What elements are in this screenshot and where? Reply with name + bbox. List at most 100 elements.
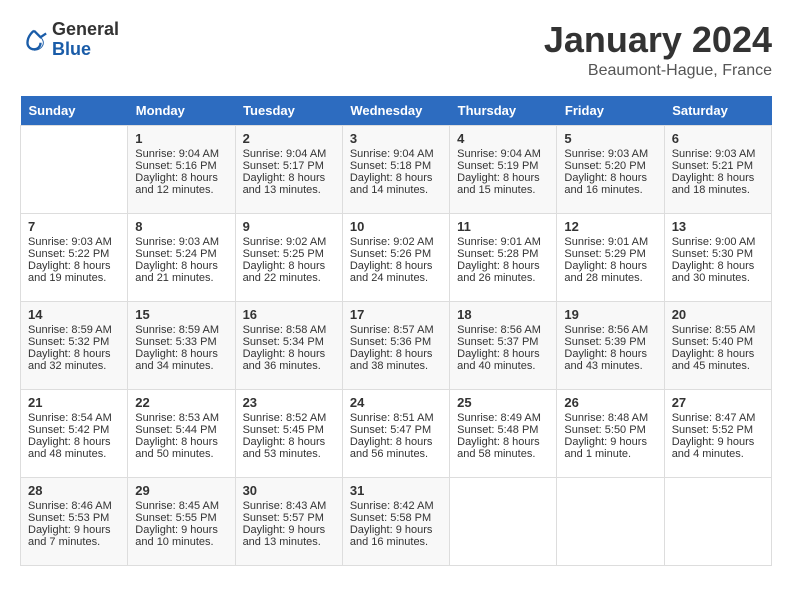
sunrise: Sunrise: 9:04 AM xyxy=(243,148,327,160)
title-block: January 2024 Beaumont-Hague, France xyxy=(544,20,772,80)
col-sunday: Sunday xyxy=(21,96,128,126)
month-title: January 2024 xyxy=(544,20,772,60)
daylight: Daylight: 8 hours and 50 minutes. xyxy=(135,436,218,460)
sunset: Sunset: 5:32 PM xyxy=(28,336,109,348)
cell-w5-d5 xyxy=(450,477,557,565)
cell-w2-d6: 12 Sunrise: 9:01 AM Sunset: 5:29 PM Dayl… xyxy=(557,213,664,301)
col-monday: Monday xyxy=(128,96,235,126)
sunset: Sunset: 5:57 PM xyxy=(243,512,324,524)
sunrise: Sunrise: 8:56 AM xyxy=(564,324,648,336)
day-number: 13 xyxy=(672,219,764,234)
sunset: Sunset: 5:36 PM xyxy=(350,336,431,348)
daylight: Daylight: 8 hours and 43 minutes. xyxy=(564,348,647,372)
day-number: 4 xyxy=(457,131,549,146)
sunrise: Sunrise: 9:01 AM xyxy=(564,236,648,248)
daylight: Daylight: 8 hours and 15 minutes. xyxy=(457,172,540,196)
week-row-2: 7 Sunrise: 9:03 AM Sunset: 5:22 PM Dayli… xyxy=(21,213,772,301)
sunrise: Sunrise: 8:49 AM xyxy=(457,412,541,424)
sunset: Sunset: 5:47 PM xyxy=(350,424,431,436)
day-number: 29 xyxy=(135,483,227,498)
cell-w4-d5: 25 Sunrise: 8:49 AM Sunset: 5:48 PM Dayl… xyxy=(450,389,557,477)
cell-w5-d6 xyxy=(557,477,664,565)
daylight: Daylight: 8 hours and 53 minutes. xyxy=(243,436,326,460)
sunset: Sunset: 5:48 PM xyxy=(457,424,538,436)
day-number: 11 xyxy=(457,219,549,234)
sunrise: Sunrise: 9:03 AM xyxy=(135,236,219,248)
cell-w4-d3: 23 Sunrise: 8:52 AM Sunset: 5:45 PM Dayl… xyxy=(235,389,342,477)
sunrise: Sunrise: 8:53 AM xyxy=(135,412,219,424)
daylight: Daylight: 8 hours and 34 minutes. xyxy=(135,348,218,372)
sunrise: Sunrise: 8:43 AM xyxy=(243,500,327,512)
day-number: 25 xyxy=(457,395,549,410)
day-number: 12 xyxy=(564,219,656,234)
sunrise: Sunrise: 8:59 AM xyxy=(28,324,112,336)
week-row-3: 14 Sunrise: 8:59 AM Sunset: 5:32 PM Dayl… xyxy=(21,301,772,389)
header-row: Sunday Monday Tuesday Wednesday Thursday… xyxy=(21,96,772,126)
cell-w3-d6: 19 Sunrise: 8:56 AM Sunset: 5:39 PM Dayl… xyxy=(557,301,664,389)
cell-w1-d7: 6 Sunrise: 9:03 AM Sunset: 5:21 PM Dayli… xyxy=(664,125,771,213)
sunset: Sunset: 5:30 PM xyxy=(672,248,753,260)
day-number: 15 xyxy=(135,307,227,322)
daylight: Daylight: 9 hours and 1 minute. xyxy=(564,436,647,460)
sunrise: Sunrise: 8:46 AM xyxy=(28,500,112,512)
cell-w4-d4: 24 Sunrise: 8:51 AM Sunset: 5:47 PM Dayl… xyxy=(342,389,449,477)
day-number: 23 xyxy=(243,395,335,410)
cell-w1-d6: 5 Sunrise: 9:03 AM Sunset: 5:20 PM Dayli… xyxy=(557,125,664,213)
cell-w1-d3: 2 Sunrise: 9:04 AM Sunset: 5:17 PM Dayli… xyxy=(235,125,342,213)
cell-w2-d1: 7 Sunrise: 9:03 AM Sunset: 5:22 PM Dayli… xyxy=(21,213,128,301)
cell-w5-d1: 28 Sunrise: 8:46 AM Sunset: 5:53 PM Dayl… xyxy=(21,477,128,565)
daylight: Daylight: 8 hours and 13 minutes. xyxy=(243,172,326,196)
daylight: Daylight: 8 hours and 56 minutes. xyxy=(350,436,433,460)
daylight: Daylight: 8 hours and 22 minutes. xyxy=(243,260,326,284)
day-number: 20 xyxy=(672,307,764,322)
sunset: Sunset: 5:20 PM xyxy=(564,160,645,172)
day-number: 22 xyxy=(135,395,227,410)
sunrise: Sunrise: 9:01 AM xyxy=(457,236,541,248)
sunrise: Sunrise: 8:45 AM xyxy=(135,500,219,512)
day-number: 18 xyxy=(457,307,549,322)
daylight: Daylight: 8 hours and 45 minutes. xyxy=(672,348,755,372)
calendar-table: Sunday Monday Tuesday Wednesday Thursday… xyxy=(20,96,772,566)
sunset: Sunset: 5:22 PM xyxy=(28,248,109,260)
daylight: Daylight: 9 hours and 13 minutes. xyxy=(243,524,326,548)
sunrise: Sunrise: 8:42 AM xyxy=(350,500,434,512)
sunset: Sunset: 5:25 PM xyxy=(243,248,324,260)
cell-w2-d5: 11 Sunrise: 9:01 AM Sunset: 5:28 PM Dayl… xyxy=(450,213,557,301)
cell-w1-d2: 1 Sunrise: 9:04 AM Sunset: 5:16 PM Dayli… xyxy=(128,125,235,213)
cell-w5-d2: 29 Sunrise: 8:45 AM Sunset: 5:55 PM Dayl… xyxy=(128,477,235,565)
day-number: 5 xyxy=(564,131,656,146)
cell-w3-d4: 17 Sunrise: 8:57 AM Sunset: 5:36 PM Dayl… xyxy=(342,301,449,389)
sunrise: Sunrise: 9:03 AM xyxy=(28,236,112,248)
daylight: Daylight: 8 hours and 30 minutes. xyxy=(672,260,755,284)
daylight: Daylight: 8 hours and 21 minutes. xyxy=(135,260,218,284)
day-number: 17 xyxy=(350,307,442,322)
sunset: Sunset: 5:17 PM xyxy=(243,160,324,172)
sunrise: Sunrise: 9:02 AM xyxy=(243,236,327,248)
daylight: Daylight: 9 hours and 7 minutes. xyxy=(28,524,111,548)
day-number: 10 xyxy=(350,219,442,234)
daylight: Daylight: 8 hours and 40 minutes. xyxy=(457,348,540,372)
page-header: General Blue January 2024 Beaumont-Hague… xyxy=(20,20,772,80)
sunset: Sunset: 5:44 PM xyxy=(135,424,216,436)
sunrise: Sunrise: 9:04 AM xyxy=(457,148,541,160)
sunrise: Sunrise: 8:52 AM xyxy=(243,412,327,424)
cell-w3-d1: 14 Sunrise: 8:59 AM Sunset: 5:32 PM Dayl… xyxy=(21,301,128,389)
daylight: Daylight: 8 hours and 32 minutes. xyxy=(28,348,111,372)
sunset: Sunset: 5:28 PM xyxy=(457,248,538,260)
day-number: 26 xyxy=(564,395,656,410)
daylight: Daylight: 8 hours and 48 minutes. xyxy=(28,436,111,460)
sunset: Sunset: 5:58 PM xyxy=(350,512,431,524)
day-number: 14 xyxy=(28,307,120,322)
sunset: Sunset: 5:24 PM xyxy=(135,248,216,260)
sunrise: Sunrise: 8:57 AM xyxy=(350,324,434,336)
daylight: Daylight: 8 hours and 28 minutes. xyxy=(564,260,647,284)
day-number: 7 xyxy=(28,219,120,234)
cell-w1-d4: 3 Sunrise: 9:04 AM Sunset: 5:18 PM Dayli… xyxy=(342,125,449,213)
col-tuesday: Tuesday xyxy=(235,96,342,126)
day-number: 31 xyxy=(350,483,442,498)
sunset: Sunset: 5:29 PM xyxy=(564,248,645,260)
day-number: 21 xyxy=(28,395,120,410)
cell-w2-d7: 13 Sunrise: 9:00 AM Sunset: 5:30 PM Dayl… xyxy=(664,213,771,301)
cell-w5-d3: 30 Sunrise: 8:43 AM Sunset: 5:57 PM Dayl… xyxy=(235,477,342,565)
sunrise: Sunrise: 8:56 AM xyxy=(457,324,541,336)
